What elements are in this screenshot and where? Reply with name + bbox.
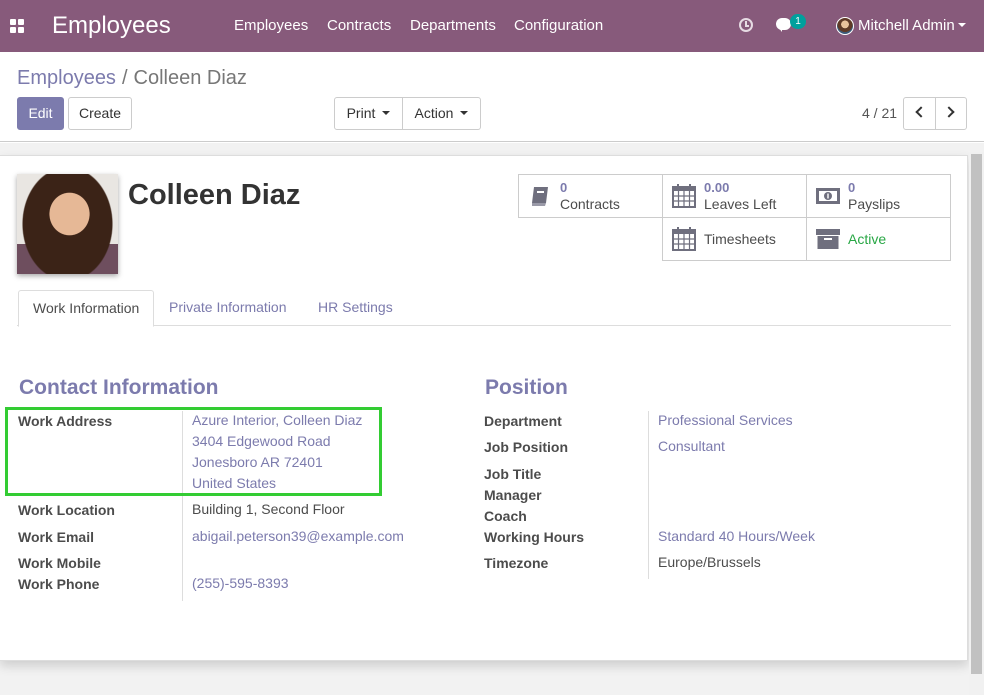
work-phone-label: Work Phone: [18, 576, 100, 592]
coach-label: Coach: [484, 508, 527, 524]
work-address-highlight: [5, 407, 382, 496]
timesheets-label: Timesheets: [704, 231, 776, 247]
tab-hr-settings[interactable]: HR Settings: [304, 290, 407, 326]
chat-icon[interactable]: [776, 18, 791, 32]
working-hours-value[interactable]: Standard 40 Hours/Week: [658, 526, 815, 547]
position-divider: [648, 411, 649, 579]
department-value[interactable]: Professional Services: [658, 410, 793, 431]
vertical-scrollbar[interactable]: [969, 152, 984, 695]
control-panel: Employees / Colleen Diaz Edit Create Print…: [0, 52, 984, 142]
contracts-smart-button[interactable]: 0 Contracts: [518, 174, 663, 218]
book-icon: [532, 187, 548, 206]
leaves-left-label: Leaves Left: [704, 196, 777, 212]
action-label: Action: [414, 105, 454, 121]
active-status-label: Active: [848, 231, 887, 247]
action-dropdown[interactable]: Action: [402, 97, 481, 130]
chevron-down-icon: [460, 111, 469, 115]
timezone-value[interactable]: Europe/Brussels: [658, 552, 761, 573]
position-title: Position: [485, 376, 568, 399]
breadcrumb-separator: /: [121, 67, 128, 89]
print-label: Print: [346, 105, 376, 121]
menu-contracts[interactable]: Contracts: [327, 17, 391, 35]
manager-label: Manager: [484, 487, 542, 503]
work-location-value: Building 1, Second Floor: [192, 501, 345, 517]
scrollbar-thumb[interactable]: [971, 154, 982, 674]
timesheets-smart-button[interactable]: Timesheets: [662, 217, 807, 261]
breadcrumb-parent[interactable]: Employees: [17, 67, 116, 89]
contracts-count: 0: [560, 180, 568, 195]
leaves-smart-button[interactable]: 0.00 Leaves Left: [662, 174, 807, 218]
payslips-count: 0: [848, 180, 856, 195]
chevron-down-icon: [382, 111, 391, 115]
top-navbar: Employees Employees Contracts Department…: [0, 0, 984, 52]
pager-next-button[interactable]: [935, 97, 967, 130]
chevron-left-icon: [915, 106, 927, 118]
payslips-label: Payslips: [848, 196, 901, 212]
user-avatar[interactable]: [836, 17, 854, 35]
pager-previous-button[interactable]: [903, 97, 936, 130]
job-position-value[interactable]: Consultant: [658, 436, 725, 457]
apps-icon[interactable]: [10, 19, 24, 33]
payslips-smart-button[interactable]: 0 Payslips: [806, 174, 951, 218]
active-toggle-button[interactable]: Active: [806, 217, 951, 261]
work-location-label: Work Location: [18, 502, 115, 518]
user-menu[interactable]: Mitchell Admin: [858, 17, 955, 35]
clock-icon[interactable]: [739, 18, 753, 32]
calendar-icon: [672, 227, 696, 251]
tab-work-information[interactable]: Work Information: [18, 290, 155, 327]
breadcrumb: Employees / Colleen Diaz: [17, 67, 247, 89]
timezone-label: Timezone: [484, 555, 549, 571]
work-phone-value[interactable]: (255)-595-8393: [192, 573, 289, 594]
job-position-label: Job Position: [484, 439, 568, 455]
form-tabs: Work Information Private Information HR …: [17, 290, 951, 327]
leaves-left-value: 0.00: [704, 180, 730, 195]
work-email-label: Work Email: [18, 529, 94, 545]
archive-icon: [816, 229, 840, 249]
breadcrumb-current: Colleen Diaz: [133, 67, 247, 89]
working-hours-label: Working Hours: [484, 529, 585, 545]
employee-name: Colleen Diaz: [128, 179, 301, 211]
menu-configuration[interactable]: Configuration: [514, 17, 603, 35]
tab-private-information[interactable]: Private Information: [155, 290, 301, 326]
print-dropdown[interactable]: Print: [334, 97, 403, 130]
job-title-label: Job Title: [484, 466, 542, 482]
work-mobile-label: Work Mobile: [18, 555, 101, 571]
edit-button[interactable]: Edit: [17, 97, 64, 130]
pager-value[interactable]: 4 / 21: [862, 105, 897, 121]
department-label: Department: [484, 413, 562, 429]
calendar-icon: [672, 184, 696, 208]
create-button[interactable]: Create: [68, 97, 132, 130]
menu-employees[interactable]: Employees: [234, 17, 308, 35]
money-icon: [816, 188, 840, 204]
chevron-right-icon: [943, 106, 955, 118]
chevron-down-icon[interactable]: [958, 23, 966, 27]
app-brand[interactable]: Employees: [52, 10, 171, 42]
contact-information-title: Contact Information: [19, 376, 219, 399]
menu-departments[interactable]: Departments: [410, 17, 496, 35]
employee-photo[interactable]: [17, 174, 118, 274]
messages-badge: 1: [790, 14, 806, 29]
contracts-label: Contracts: [560, 196, 620, 212]
work-email-value[interactable]: abigail.peterson39@example.com: [192, 526, 404, 547]
